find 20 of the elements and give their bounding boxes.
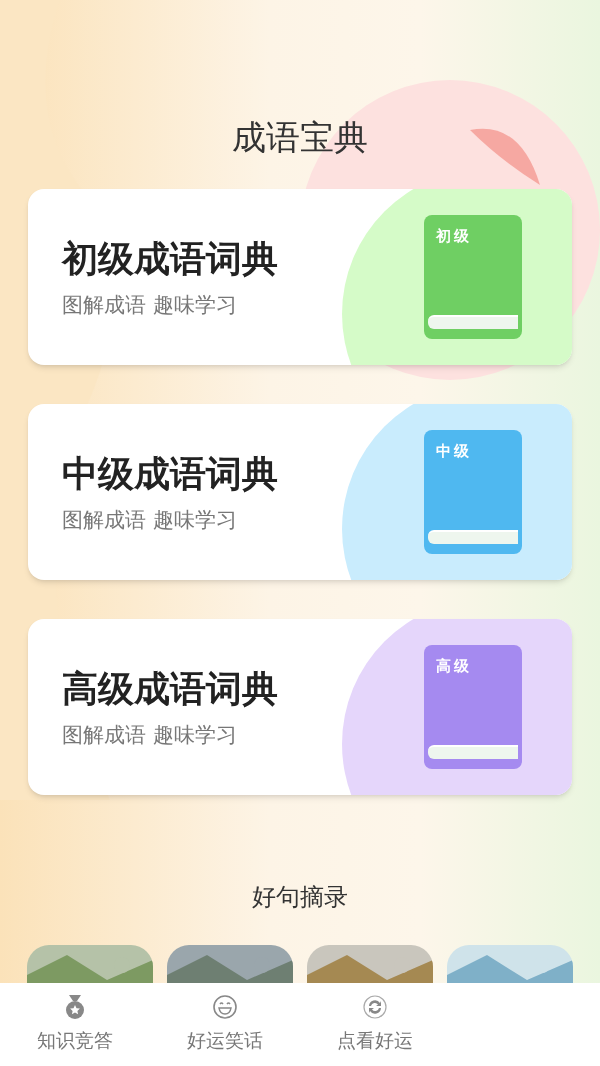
dictionary-card[interactable]: 初级成语词典 图解成语 趣味学习 初级 — [28, 189, 572, 365]
card-subtitle: 图解成语 趣味学习 — [62, 722, 238, 750]
dictionary-card[interactable]: 高级成语词典 图解成语 趣味学习 高级 — [28, 619, 572, 795]
refresh-icon — [362, 994, 388, 1021]
card-title: 高级成语词典 — [62, 667, 279, 712]
page-title: 成语宝典 — [232, 116, 368, 159]
card-subtitle: 图解成语 趣味学习 — [62, 507, 238, 535]
tab-item[interactable]: 好运笑话 — [150, 983, 300, 1066]
tab-item[interactable]: 知识竞答 — [0, 983, 150, 1066]
card-title: 初级成语词典 — [62, 237, 279, 282]
book-label: 初级 — [436, 226, 472, 247]
book-label: 中级 — [436, 441, 472, 462]
card-subtitle: 图解成语 趣味学习 — [62, 292, 238, 320]
droplet-shape — [470, 128, 540, 185]
smiley-icon — [212, 994, 238, 1021]
tab-item[interactable]: 点看好运 — [300, 983, 450, 1066]
dictionary-card[interactable]: 中级成语词典 图解成语 趣味学习 中级 — [28, 404, 572, 580]
book-label: 高级 — [436, 656, 472, 677]
card-title: 中级成语词典 — [62, 452, 279, 497]
section-title: 好句摘录 — [251, 882, 349, 913]
